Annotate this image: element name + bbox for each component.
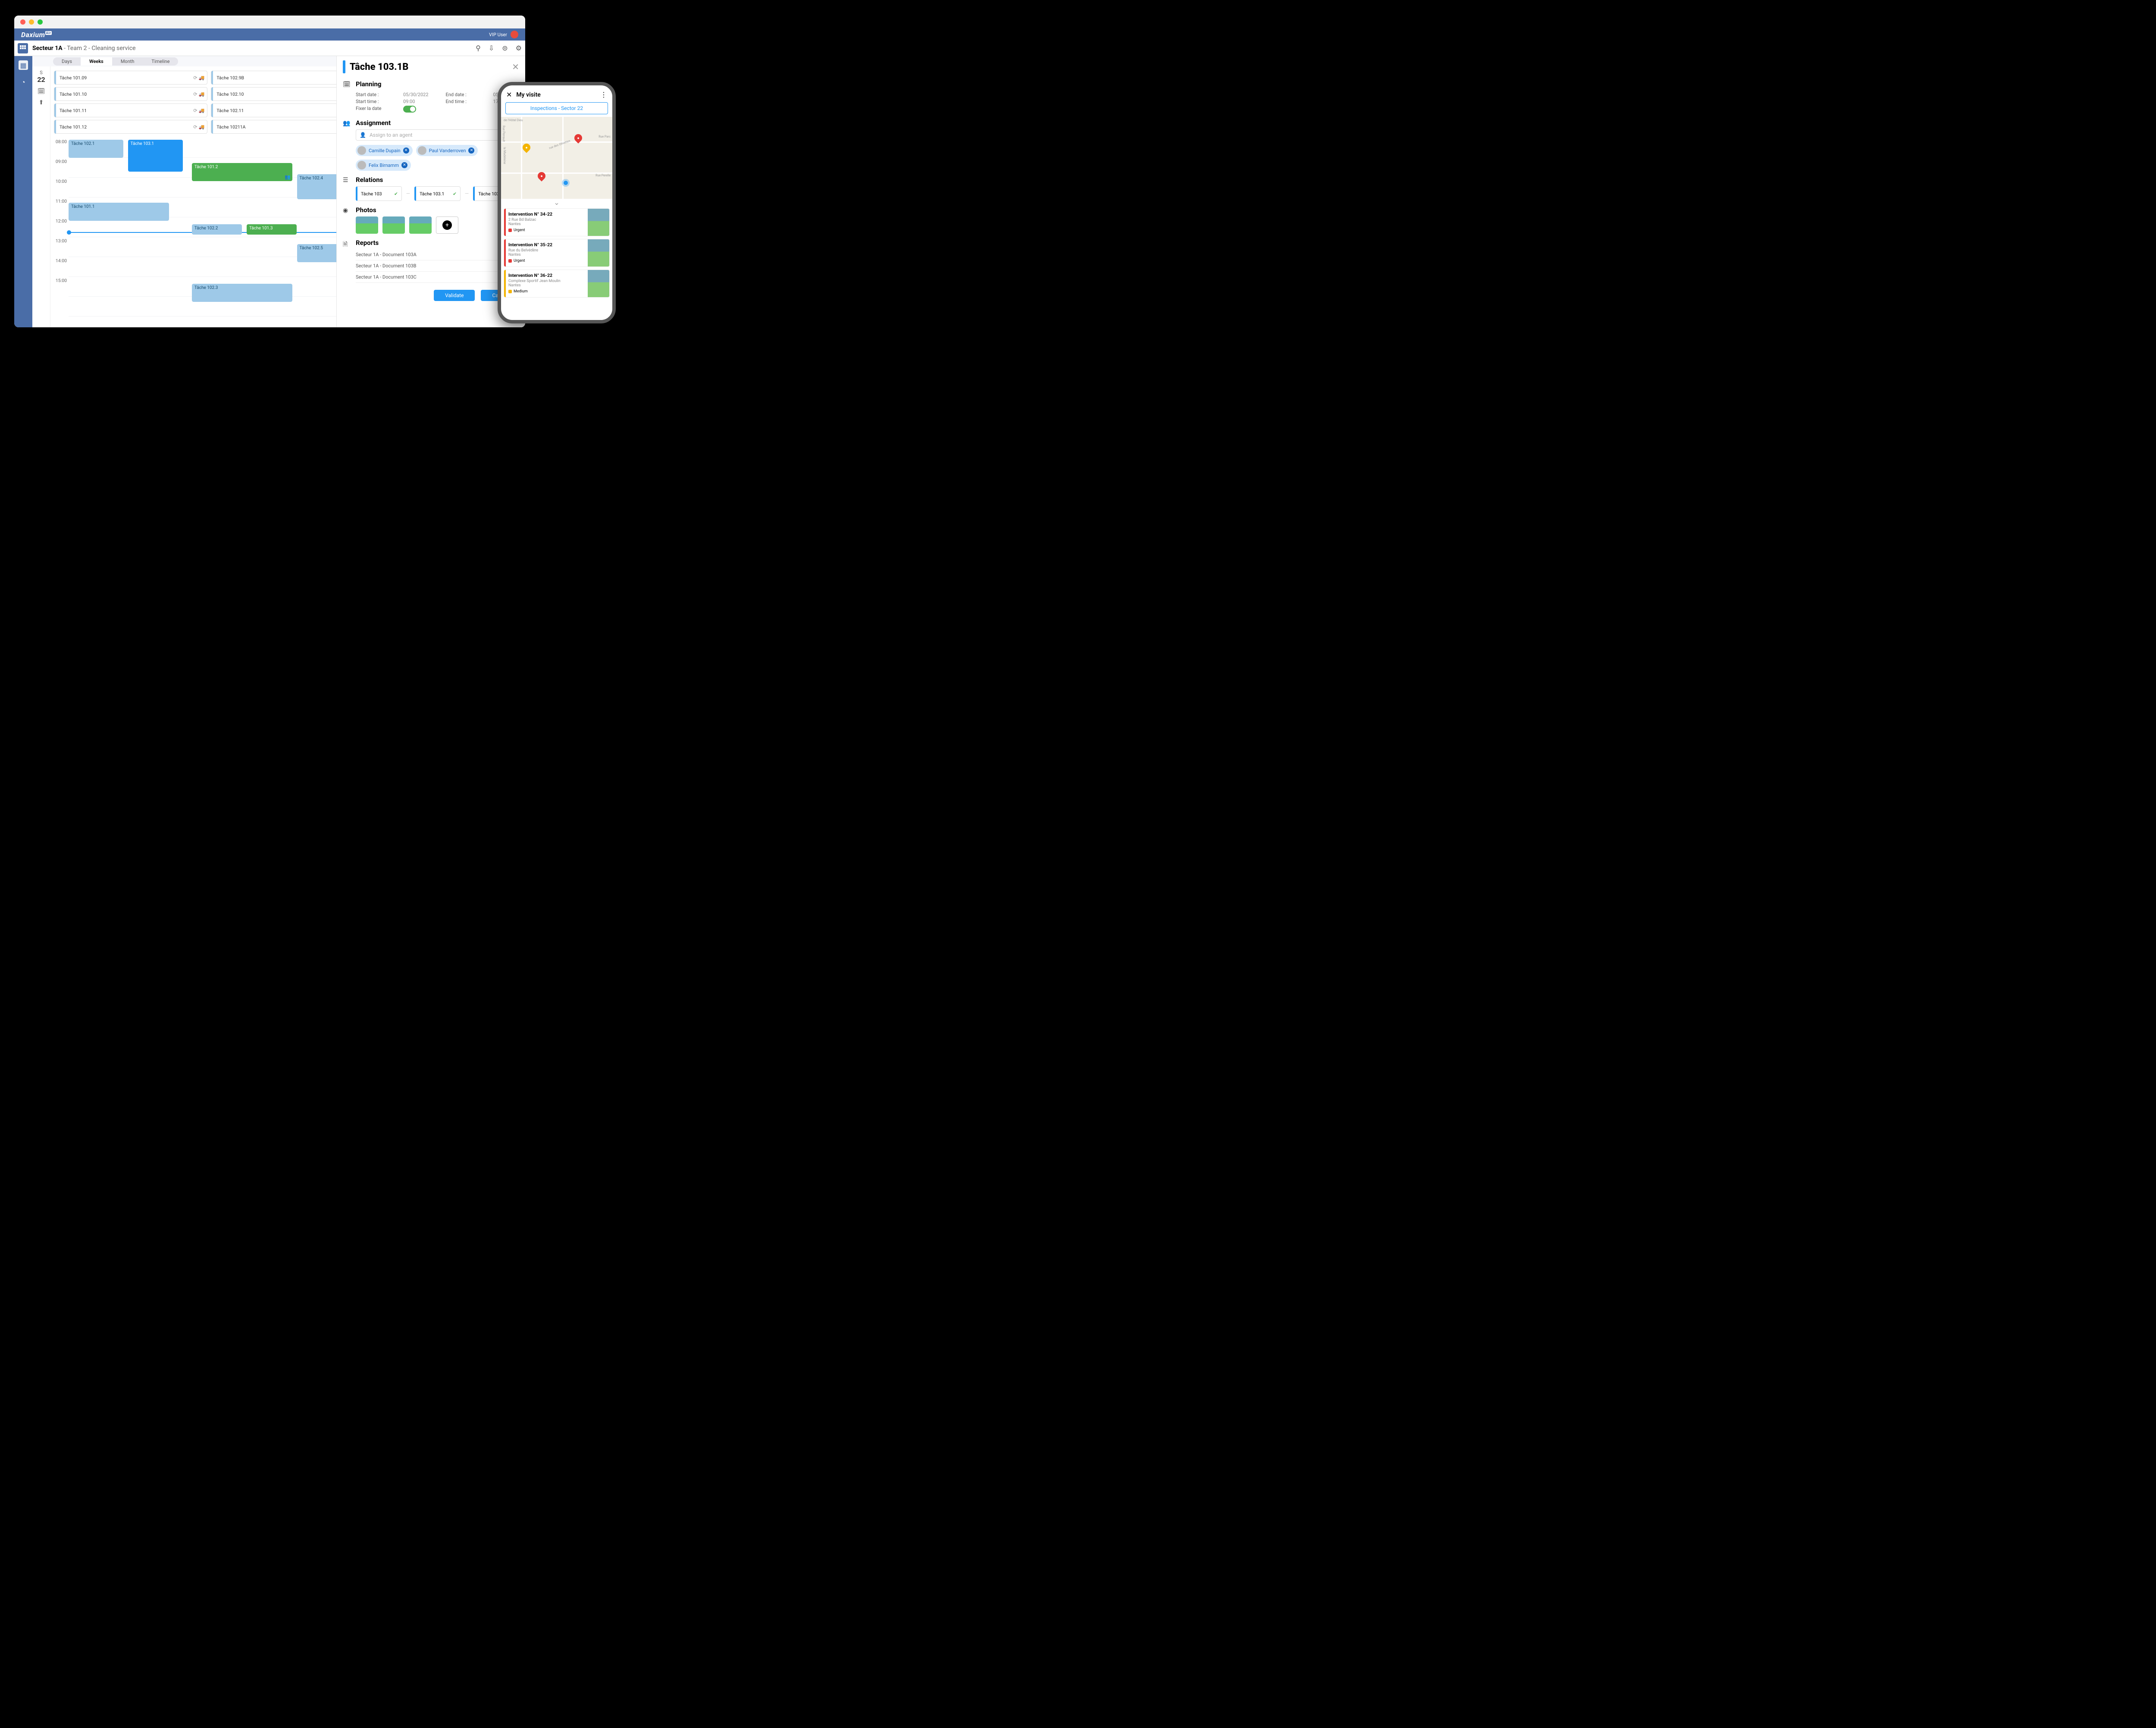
report-item[interactable]: Secteur 1A - Document 103C	[356, 272, 519, 283]
panel-title: Tâche 103.1B	[350, 62, 408, 72]
view-tab[interactable]: Month	[112, 57, 143, 66]
relations-heading: Relations	[356, 176, 519, 184]
photo-thumb[interactable]	[382, 216, 405, 234]
photos-heading: Photos	[356, 206, 519, 214]
mobile-close-icon[interactable]: ✕	[506, 91, 512, 99]
report-item[interactable]: Secteur 1A - Document 103A	[356, 249, 519, 260]
panel-accent	[343, 60, 345, 73]
app-window: DaxiumAir VIP User Secteur 1A - Team 2 -…	[14, 16, 525, 327]
view-segments: DaysWeeksMonthTimeline	[53, 57, 178, 66]
assign-input[interactable]: 👤 Assign to an agent	[356, 129, 519, 141]
view-tab[interactable]: Weeks	[81, 57, 112, 66]
user-location-dot	[564, 181, 568, 185]
zoom-dot[interactable]	[38, 19, 43, 25]
calendar-event[interactable]: Tâche 101.3	[247, 224, 297, 235]
relations-icon: ☰	[343, 177, 351, 201]
apps-icon[interactable]	[18, 43, 28, 53]
assignment-icon: 👥	[343, 120, 351, 171]
detail-panel: Tâche 103.1B ✕ 🗓 Planning Start date :05…	[336, 56, 525, 327]
search-icon[interactable]: ⊜	[502, 44, 508, 52]
calendar-event[interactable]: Tâche 102.3	[192, 284, 292, 302]
map-pin[interactable]: ●	[521, 142, 532, 153]
assignee-chip[interactable]: Paul Vanderroven✕	[416, 145, 478, 156]
gear-icon[interactable]: ⚙	[516, 44, 522, 52]
calendar-event[interactable]: Tâche 102.2	[192, 224, 242, 235]
calendar-event[interactable]: Tâche 103.1	[128, 140, 183, 172]
add-event-icon[interactable]: 🗓	[38, 88, 45, 95]
intervention-card[interactable]: Intervention N° 36-22Complexe Sportif Je…	[504, 270, 610, 298]
window-chrome	[14, 16, 525, 28]
view-tab[interactable]: Days	[53, 57, 81, 66]
validate-button[interactable]: Validate	[434, 290, 475, 301]
download-icon[interactable]: ⇩	[489, 44, 494, 52]
calendar-event[interactable]: Tâche 101.1	[69, 203, 169, 221]
relation-box[interactable]: Tâche 103✔	[356, 186, 402, 201]
mobile-title: My visite	[516, 91, 540, 98]
top-bar: Secteur 1A - Team 2 - Cleaning service ⚲…	[14, 41, 525, 56]
report-item[interactable]: Secteur 1A - Document 103B	[356, 260, 519, 272]
day-head: S22	[37, 70, 45, 84]
minimize-dot[interactable]	[29, 19, 34, 25]
hours-col: 08:0009:0010:0011:0012:0013:0014:0015:00	[50, 138, 69, 327]
hour-label: 10:00	[50, 178, 69, 198]
map-pin[interactable]: ●	[536, 170, 547, 181]
hour-label: 15:00	[50, 277, 69, 297]
camera-icon: ◉	[343, 207, 351, 234]
fix-date-toggle[interactable]	[403, 106, 416, 113]
card-list: Intervention N° 34-222 Rue Bd BalzacNant…	[501, 206, 612, 320]
hour-label: 14:00	[50, 257, 69, 277]
reports-heading: Reports	[356, 239, 519, 247]
mobile-mock: ✕ My visite ⋮ Inspections - Sector 22 de…	[498, 82, 616, 323]
intervention-card[interactable]: Intervention N° 35-22Rue du BelvédèreNan…	[504, 239, 610, 267]
cal-side: S22 🗓 ⬆	[32, 66, 50, 327]
mobile-tab[interactable]: Inspections - Sector 22	[505, 102, 608, 114]
report-icon: 🗎	[343, 240, 351, 283]
photo-thumb[interactable]	[409, 216, 432, 234]
photo-thumb[interactable]	[356, 216, 378, 234]
brand-logo: DaxiumAir	[21, 31, 52, 39]
hour-label: 11:00	[50, 198, 69, 217]
hour-label: 09:00	[50, 158, 69, 178]
remove-chip-icon[interactable]: ✕	[468, 147, 474, 154]
hour-label: 08:00	[50, 138, 69, 158]
view-tab[interactable]: Timeline	[143, 57, 178, 66]
user-label: VIP User	[489, 32, 507, 38]
remove-chip-icon[interactable]: ✕	[401, 162, 407, 168]
sheet-handle[interactable]: ⌄	[501, 199, 612, 206]
hour-label: 13:00	[50, 237, 69, 257]
task-box[interactable]: Tâche 101.11⟳🚚	[54, 103, 207, 117]
assignee-chip[interactable]: Felix Birnamm✕	[356, 160, 411, 171]
intervention-card[interactable]: Intervention N° 34-222 Rue Bd BalzacNant…	[504, 208, 610, 236]
calendar-event[interactable]: Tâche 102.1	[69, 140, 123, 158]
assignment-heading: Assignment	[356, 119, 519, 127]
close-icon[interactable]: ✕	[512, 62, 519, 72]
calendar-event[interactable]: Tâche 101.2👥	[192, 163, 292, 181]
rail-calendar-icon[interactable]: ▦	[19, 60, 28, 70]
add-photo-button[interactable]: +	[436, 216, 458, 234]
rail-chart-icon[interactable]: ◔	[19, 78, 28, 87]
person-icon: 👤	[360, 132, 366, 138]
kebab-icon[interactable]: ⋮	[600, 91, 607, 99]
app-bar: DaxiumAir VIP User	[14, 28, 525, 41]
task-box[interactable]: Tâche 101.12⟳🚚	[54, 120, 207, 134]
assignee-chip[interactable]: Camille Dupain✕	[356, 145, 413, 156]
avatar[interactable]	[511, 31, 518, 38]
planning-heading: Planning	[356, 80, 519, 88]
relation-box[interactable]: Tâche 103.1✔	[414, 186, 461, 201]
close-dot[interactable]	[20, 19, 25, 25]
remove-chip-icon[interactable]: ✕	[403, 147, 409, 154]
left-rail: ▦ ◔	[14, 56, 32, 327]
task-box[interactable]: Tâche 101.09⟳🚚	[54, 71, 207, 85]
hour-label: 12:00	[50, 217, 69, 237]
breadcrumb: Secteur 1A - Team 2 - Cleaning service	[32, 45, 136, 52]
calendar-icon: 🗓	[343, 81, 351, 114]
task-box[interactable]: Tâche 101.10⟳🚚	[54, 87, 207, 101]
location-icon[interactable]: ⚲	[476, 44, 481, 52]
upload-icon[interactable]: ⬆	[39, 99, 44, 106]
map-view[interactable]: de l'Hôtel Dieu Rue Perrault Rue Parc ru…	[501, 117, 612, 199]
